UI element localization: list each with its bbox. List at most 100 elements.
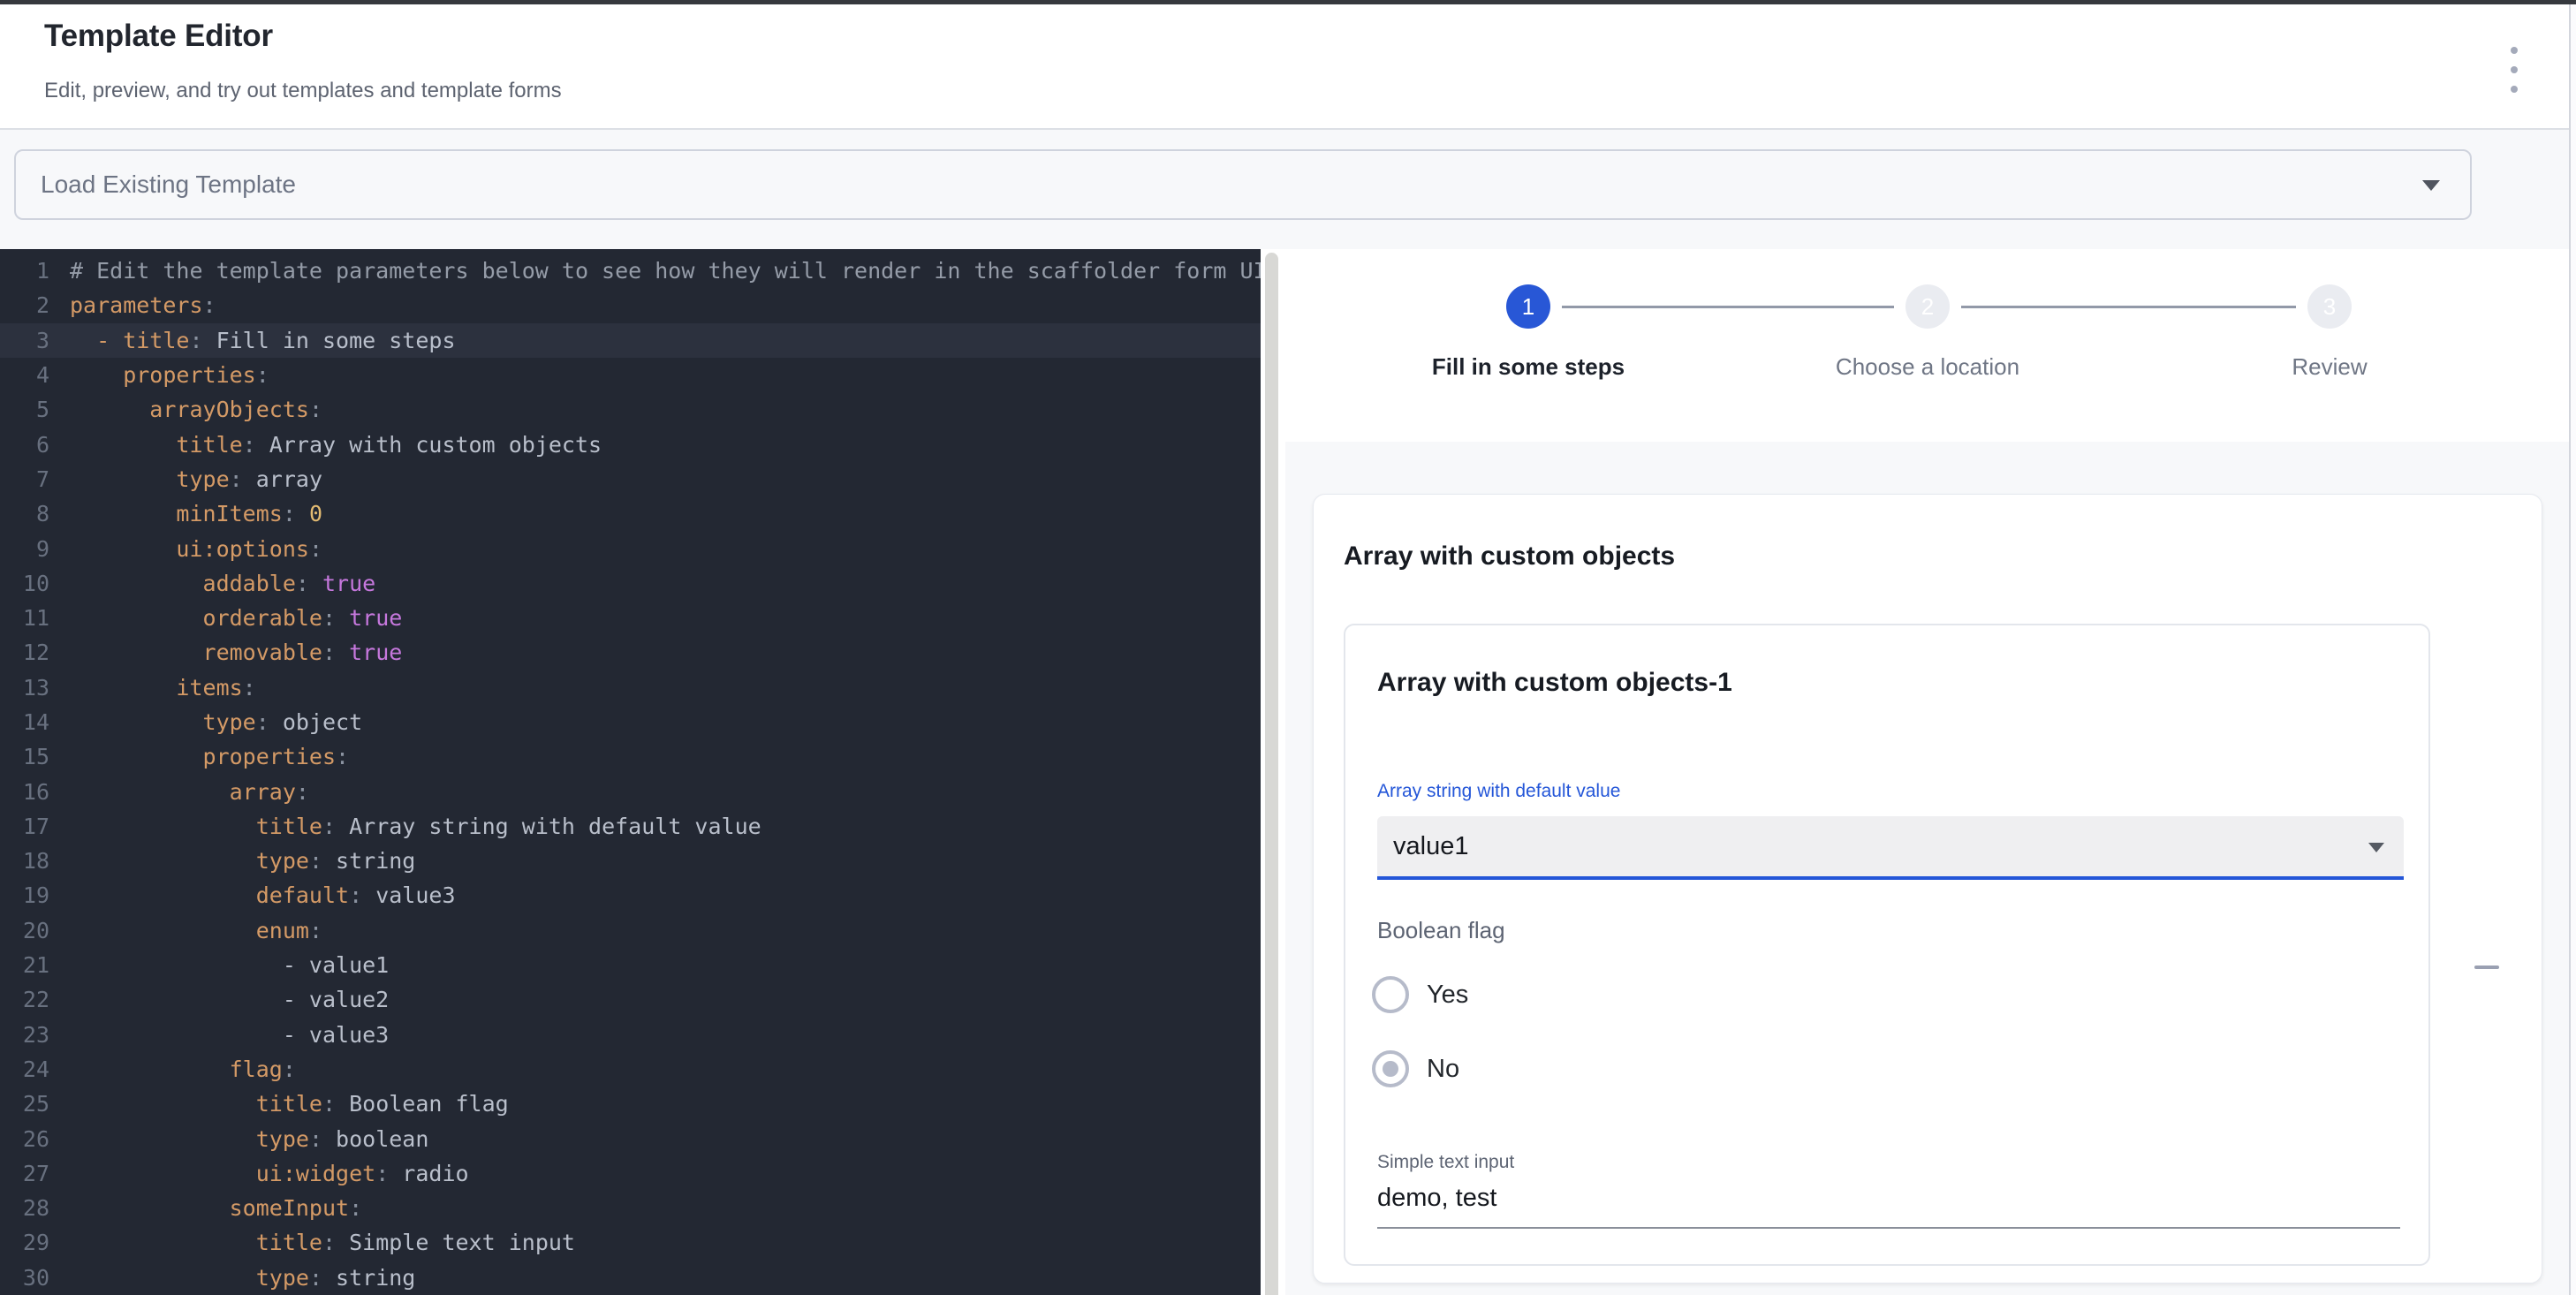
- radio-option-label: Yes: [1427, 981, 1468, 1010]
- code-line[interactable]: 9 ui:options:: [0, 531, 1261, 565]
- code-line[interactable]: 7 type: array: [0, 462, 1261, 496]
- code-text: properties:: [70, 744, 349, 769]
- line-number: 12: [0, 640, 49, 665]
- kebab-dot-icon: [2511, 86, 2518, 93]
- step-indicator: 3: [2307, 284, 2352, 329]
- radio-checked-icon[interactable]: [1372, 1050, 1409, 1087]
- code-line[interactable]: 19 default: value3: [0, 878, 1261, 913]
- code-text: - value1: [70, 952, 389, 978]
- code-line[interactable]: 20 enum:: [0, 913, 1261, 948]
- code-text: title: Array string with default value: [70, 814, 761, 839]
- code-line[interactable]: 15 properties:: [0, 739, 1261, 774]
- line-number: 10: [0, 571, 49, 596]
- code-line[interactable]: 29 title: Simple text input: [0, 1225, 1261, 1260]
- step-connector: [1562, 306, 1894, 308]
- array-item-title: Array with custom objects-1: [1377, 668, 1732, 698]
- line-number: 17: [0, 814, 49, 839]
- form-section-card: Array with custom objects Array with cus…: [1313, 494, 2542, 1284]
- code-text: array:: [70, 779, 309, 805]
- code-lines: 1# Edit the template parameters below to…: [0, 254, 1261, 1295]
- line-number: 1: [0, 258, 49, 284]
- load-template-bar: Load Existing Template: [0, 130, 2576, 249]
- step-label: Review: [2144, 353, 2515, 381]
- code-line[interactable]: 10 addable: true: [0, 566, 1261, 601]
- line-number: 29: [0, 1230, 49, 1255]
- code-text: type: string: [70, 1265, 415, 1291]
- code-line[interactable]: 12 removable: true: [0, 635, 1261, 670]
- select-field-value: value1: [1393, 816, 1468, 876]
- load-existing-template-select[interactable]: Load Existing Template: [14, 149, 2472, 220]
- code-line[interactable]: 16 array:: [0, 774, 1261, 808]
- code-text: parameters:: [70, 292, 216, 318]
- line-number: 21: [0, 952, 49, 978]
- code-line[interactable]: 23 - value3: [0, 1018, 1261, 1052]
- line-number: 22: [0, 987, 49, 1012]
- editor-scrollbar-thumb[interactable]: [1265, 253, 1278, 1295]
- page-scrollbar-gutter[interactable]: [2569, 4, 2576, 1295]
- line-number: 15: [0, 744, 49, 769]
- line-number: 2: [0, 292, 49, 318]
- line-number: 28: [0, 1195, 49, 1221]
- code-line[interactable]: 8 minItems: 0: [0, 496, 1261, 531]
- line-number: 23: [0, 1022, 49, 1048]
- code-text: title: Simple text input: [70, 1230, 575, 1255]
- code-line[interactable]: 22 - value2: [0, 982, 1261, 1017]
- more-options-menu-button[interactable]: [2496, 47, 2532, 93]
- code-line[interactable]: 6 title: Array with custom objects: [0, 427, 1261, 461]
- code-line[interactable]: 30 type: string: [0, 1261, 1261, 1295]
- page-subtitle: Edit, preview, and try out templates and…: [44, 79, 562, 103]
- code-line[interactable]: 21 - value1: [0, 948, 1261, 982]
- code-line[interactable]: 27 ui:widget: radio: [0, 1156, 1261, 1191]
- chevron-down-icon: [2368, 843, 2384, 852]
- code-line[interactable]: 18 type: string: [0, 844, 1261, 878]
- code-line[interactable]: 3 - title: Fill in some steps: [0, 323, 1261, 358]
- text-field-underline: [1377, 1227, 2400, 1229]
- code-line[interactable]: 11 orderable: true: [0, 601, 1261, 635]
- load-select-placeholder: Load Existing Template: [41, 151, 296, 218]
- radio-unchecked-icon[interactable]: [1372, 976, 1409, 1013]
- code-line[interactable]: 5 arrayObjects:: [0, 392, 1261, 427]
- array-string-select[interactable]: value1: [1377, 816, 2404, 880]
- code-line[interactable]: 4 properties:: [0, 358, 1261, 392]
- form-preview-panel: 1Fill in some steps2Choose a location3Re…: [1285, 249, 2569, 1295]
- radio-option-label: No: [1427, 1055, 1459, 1084]
- line-number: 3: [0, 328, 49, 353]
- code-text: items:: [70, 675, 256, 701]
- radio-option-no[interactable]: No: [1372, 1050, 1459, 1087]
- code-line[interactable]: 24 flag:: [0, 1052, 1261, 1087]
- text-field-value[interactable]: demo, test: [1377, 1184, 1496, 1213]
- code-line[interactable]: 17 title: Array string with default valu…: [0, 809, 1261, 844]
- code-line[interactable]: 13 items:: [0, 670, 1261, 705]
- kebab-dot-icon: [2511, 47, 2518, 54]
- line-number: 25: [0, 1091, 49, 1117]
- form-section-title: Array with custom objects: [1344, 541, 1675, 572]
- step-label: Fill in some steps: [1343, 353, 1714, 381]
- code-text: - value2: [70, 987, 389, 1012]
- code-line[interactable]: 1# Edit the template parameters below to…: [0, 254, 1261, 288]
- line-number: 26: [0, 1126, 49, 1152]
- code-text: enum:: [70, 918, 322, 943]
- code-text: flag:: [70, 1056, 296, 1082]
- code-text: ui:widget: radio: [70, 1161, 469, 1186]
- minus-icon: [2474, 966, 2499, 969]
- line-number: 5: [0, 397, 49, 422]
- line-number: 13: [0, 675, 49, 701]
- editor-scrollbar-track[interactable]: [1261, 249, 1285, 1295]
- line-number: 24: [0, 1056, 49, 1082]
- code-line[interactable]: 2 parameters:: [0, 288, 1261, 322]
- code-line[interactable]: 26 type: boolean: [0, 1121, 1261, 1155]
- radio-option-yes[interactable]: Yes: [1372, 976, 1468, 1013]
- yaml-code-editor[interactable]: 1# Edit the template parameters below to…: [0, 249, 1261, 1295]
- step-indicator: 1: [1506, 284, 1550, 329]
- code-line[interactable]: 25 title: Boolean flag: [0, 1087, 1261, 1121]
- code-line[interactable]: 14 type: object: [0, 705, 1261, 739]
- code-line[interactable]: 28 someInput:: [0, 1191, 1261, 1225]
- stepper: 1Fill in some steps2Choose a location3Re…: [1285, 249, 2569, 442]
- code-text: title: Boolean flag: [70, 1091, 509, 1117]
- text-field-label: Simple text input: [1377, 1152, 1514, 1173]
- line-number: 18: [0, 848, 49, 874]
- code-text: type: boolean: [70, 1126, 428, 1152]
- line-number: 9: [0, 536, 49, 562]
- line-number: 16: [0, 779, 49, 805]
- remove-array-item-button[interactable]: [2464, 946, 2510, 988]
